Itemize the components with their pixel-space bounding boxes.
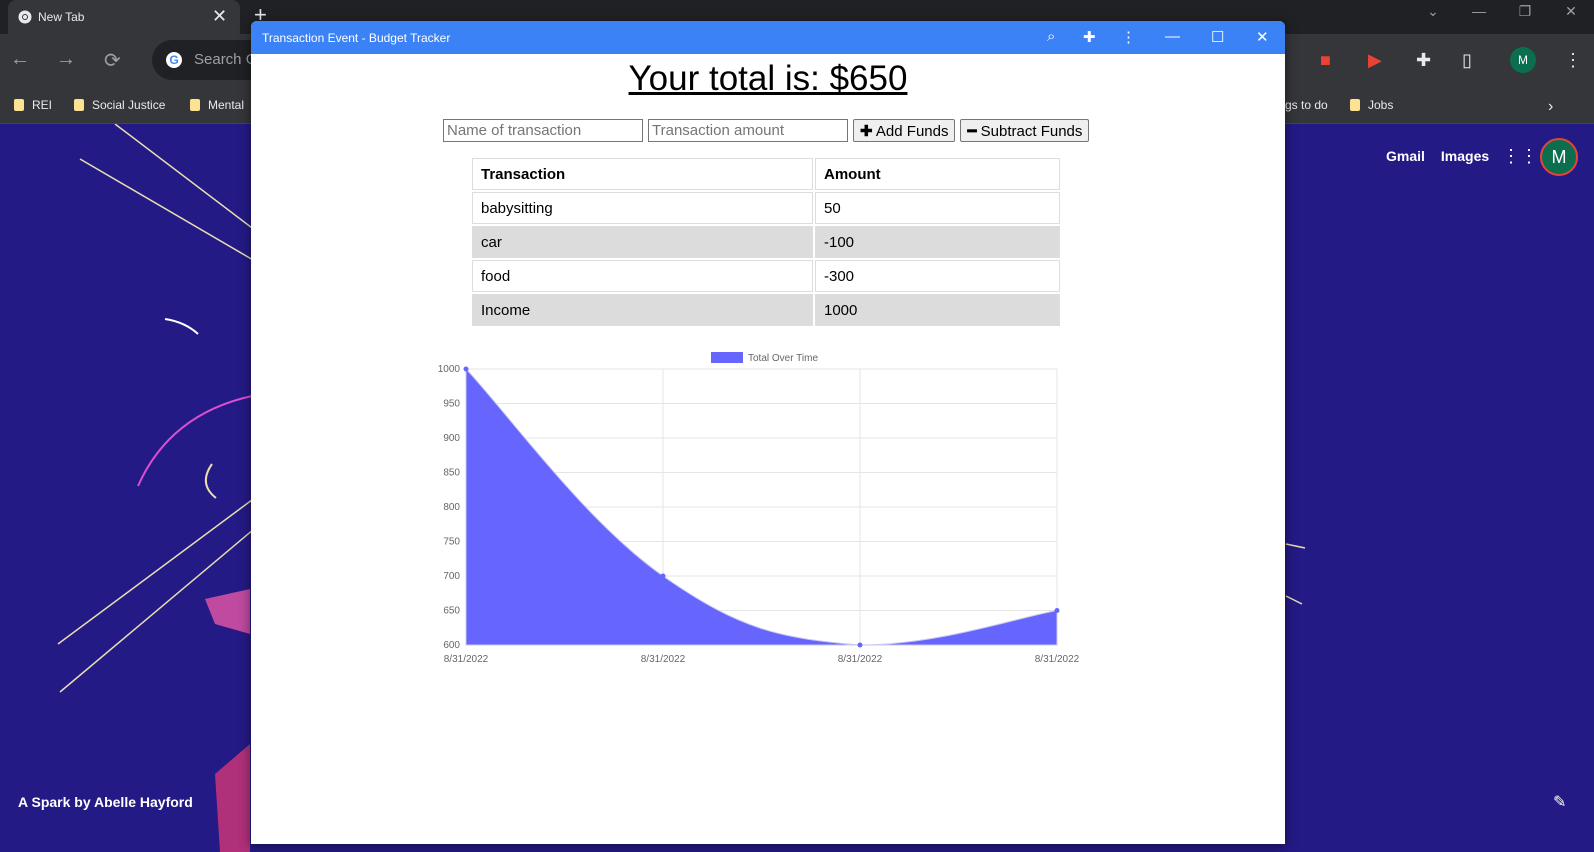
browser-tab[interactable]: New Tab ✕: [8, 0, 240, 34]
extensions-icon[interactable]: ✚: [1416, 50, 1431, 71]
legend-label: Total Over Time: [748, 353, 818, 364]
table-row: food -300: [472, 260, 1060, 292]
y-tick-label: 600: [443, 640, 460, 651]
maximize-icon[interactable]: ☐: [1211, 28, 1224, 46]
side-panel-icon[interactable]: ▯: [1462, 50, 1472, 71]
restore-icon[interactable]: ❐: [1502, 0, 1548, 30]
extension-video-icon[interactable]: ▶: [1368, 50, 1382, 71]
y-tick-label: 650: [443, 606, 460, 617]
x-tick-label: 8/31/2022: [838, 654, 883, 665]
bookmark-folder[interactable]: Mental: [190, 98, 244, 112]
tab-search-icon[interactable]: ⌄: [1410, 0, 1456, 30]
data-point: [1054, 608, 1060, 613]
x-tick-label: 8/31/2022: [1035, 654, 1080, 665]
doodle-credit[interactable]: A Spark by Abelle Hayford: [18, 794, 193, 810]
customize-pencil-icon[interactable]: ✎: [1553, 792, 1566, 812]
bookmarks-overflow-icon[interactable]: ›: [1548, 98, 1553, 116]
y-tick-label: 950: [443, 399, 460, 410]
y-tick-label: 900: [443, 433, 460, 444]
table-row: Income 1000: [472, 294, 1060, 326]
back-icon[interactable]: ←: [10, 48, 30, 71]
transaction-form: ✚ Add Funds ━ Subtract Funds: [443, 119, 1090, 142]
transaction-name-cell: Income: [472, 294, 813, 326]
transaction-amount-cell: -300: [815, 260, 1060, 292]
app-window-title: Transaction Event - Budget Tracker: [262, 31, 451, 45]
data-point: [463, 366, 469, 372]
app-menu-icon[interactable]: ⋮: [1121, 28, 1136, 46]
transaction-name-cell: babysitting: [472, 192, 813, 224]
minus-icon: ━: [967, 122, 977, 140]
browser-window-controls: ⌄ — ❐ ✕: [1410, 0, 1594, 30]
app-titlebar: Transaction Event - Budget Tracker ⌕ ✚ ⋮…: [251, 21, 1285, 54]
minimize-icon[interactable]: —: [1456, 0, 1502, 30]
reload-icon[interactable]: ⟳: [104, 48, 121, 73]
plus-icon: ✚: [860, 122, 873, 140]
subtract-funds-button[interactable]: ━ Subtract Funds: [960, 119, 1090, 142]
transaction-amount-cell: 50: [815, 192, 1060, 224]
bookmark-folder[interactable]: Jobs: [1350, 98, 1393, 112]
y-tick-label: 750: [443, 537, 460, 548]
transaction-amount-cell: 1000: [815, 294, 1060, 326]
folder-icon: [14, 99, 24, 111]
folder-icon: [190, 99, 200, 111]
bookmark-folder[interactable]: Social Justice: [74, 98, 165, 112]
y-tick-label: 1000: [438, 364, 461, 375]
add-funds-button[interactable]: ✚ Add Funds: [853, 119, 956, 142]
close-icon[interactable]: ✕: [1256, 28, 1269, 46]
ntp-links: Gmail Images: [1386, 148, 1489, 164]
transaction-amount-input[interactable]: [648, 119, 848, 142]
folder-icon: [1350, 99, 1360, 111]
app-content: Your total is: $650 ✚ Add Funds ━ Subtra…: [251, 54, 1285, 844]
y-tick-label: 700: [443, 571, 460, 582]
column-header: Amount: [815, 158, 1060, 190]
zoom-icon[interactable]: ⌕: [1047, 28, 1055, 45]
google-apps-icon[interactable]: ⋮⋮: [1502, 146, 1538, 166]
omnibox-placeholder: Search G: [194, 51, 258, 68]
bookmark-folder[interactable]: gs to do: [1285, 98, 1328, 112]
total-over-time-chart: 600 650 700 750 800 850 900 950 1000 8/31/2022 8/3…: [438, 352, 1080, 665]
folder-icon: [74, 99, 84, 111]
tab-title: New Tab: [38, 10, 85, 24]
x-tick-label: 8/31/2022: [641, 654, 686, 665]
google-account-avatar[interactable]: M: [1540, 138, 1578, 176]
x-tick-label: 8/31/2022: [444, 654, 489, 665]
gmail-link[interactable]: Gmail: [1386, 148, 1425, 164]
table-row: car -100: [472, 226, 1060, 258]
images-link[interactable]: Images: [1441, 148, 1489, 164]
google-icon: G: [166, 52, 182, 68]
extension-record-icon[interactable]: ■: [1320, 50, 1331, 71]
transaction-name-cell: food: [472, 260, 813, 292]
chrome-icon: [18, 10, 32, 24]
transaction-amount-cell: -100: [815, 226, 1060, 258]
table-header-row: Transaction Amount: [472, 158, 1060, 190]
column-header: Transaction: [472, 158, 813, 190]
y-tick-label: 800: [443, 502, 460, 513]
data-point: [857, 642, 863, 648]
extensions-icon[interactable]: ✚: [1083, 28, 1096, 46]
bookmark-folder[interactable]: REI: [14, 98, 52, 112]
transaction-name-cell: car: [472, 226, 813, 258]
y-tick-label: 850: [443, 468, 460, 479]
chrome-menu-icon[interactable]: ⋮: [1564, 50, 1582, 71]
budget-tracker-window: Transaction Event - Budget Tracker ⌕ ✚ ⋮…: [251, 21, 1285, 844]
data-point: [660, 573, 666, 579]
tab-close-icon[interactable]: ✕: [212, 6, 227, 27]
total-heading: Your total is: $650: [628, 59, 908, 98]
table-row: babysitting 50: [472, 192, 1060, 224]
profile-avatar[interactable]: M: [1510, 47, 1536, 73]
transactions-table: Transaction Amount babysitting 50 car -1…: [470, 156, 1062, 328]
minimize-icon[interactable]: —: [1165, 28, 1180, 45]
transaction-name-input[interactable]: [443, 119, 643, 142]
forward-icon[interactable]: →: [56, 48, 76, 71]
close-browser-icon[interactable]: ✕: [1548, 0, 1594, 30]
legend-swatch: [711, 352, 743, 363]
